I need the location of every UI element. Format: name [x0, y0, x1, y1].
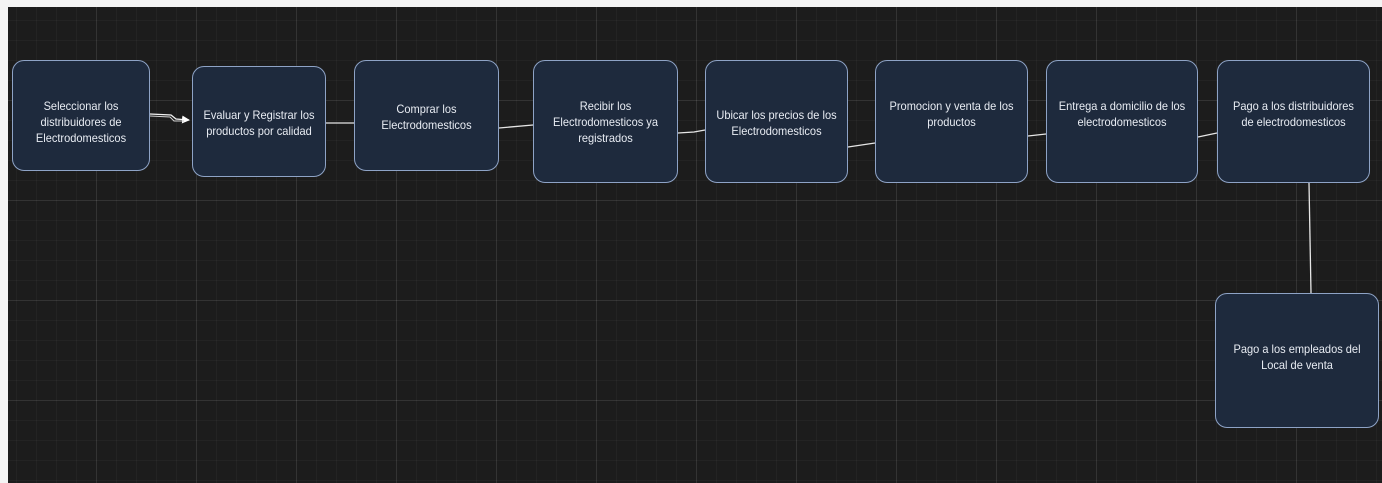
- node-promocion-venta[interactable]: Promocion y venta de los productos: [875, 60, 1028, 183]
- node-label: Promocion y venta de los productos: [889, 99, 1014, 129]
- node-pago-distribuidores[interactable]: Pago a los distribuidores de electrodome…: [1217, 60, 1370, 183]
- node-label: Recibir los Electrodomesticos ya registr…: [553, 99, 658, 145]
- diagram-canvas[interactable]: Seleccionar los distribuidores de Electr…: [8, 7, 1382, 483]
- node-label: Pago a los distribuidores de electrodome…: [1233, 99, 1354, 129]
- node-label: Pago a los empleados del Local de venta: [1233, 342, 1361, 372]
- edge-n8-n9[interactable]: [1308, 182, 1312, 294]
- node-label: Comprar los Electrodomesticos: [381, 102, 472, 132]
- node-label: Evaluar y Registrar los productos por ca…: [203, 108, 315, 138]
- edge-n6-n7[interactable]: [1027, 133, 1047, 137]
- edge-n7-n8[interactable]: [1197, 132, 1218, 138]
- node-label: Entrega a domicilio de los electrodomest…: [1058, 99, 1186, 129]
- node-evaluar-registrar[interactable]: Evaluar y Registrar los productos por ca…: [192, 66, 326, 177]
- edge-n1-n2[interactable]: [149, 113, 190, 124]
- node-label: Seleccionar los distribuidores de Electr…: [35, 99, 127, 145]
- edge-n4-n5[interactable]: [677, 129, 706, 134]
- edge-n1-n2-shadow: [149, 115, 184, 122]
- node-ubicar-precios[interactable]: Ubicar los precios de los Electrodomesti…: [705, 60, 848, 183]
- node-pago-empleados[interactable]: Pago a los empleados del Local de venta: [1215, 293, 1379, 428]
- node-recibir-electrodomesticos[interactable]: Recibir los Electrodomesticos ya registr…: [533, 60, 678, 183]
- node-label: Ubicar los precios de los Electrodomesti…: [716, 108, 837, 138]
- node-seleccionar-distribuidores[interactable]: Seleccionar los distribuidores de Electr…: [12, 60, 150, 171]
- edge-n5-n6[interactable]: [847, 142, 876, 148]
- node-comprar-electrodomesticos[interactable]: Comprar los Electrodomesticos: [354, 60, 499, 171]
- edge-n3-n4[interactable]: [498, 124, 534, 129]
- node-entrega-domicilio[interactable]: Entrega a domicilio de los electrodomest…: [1046, 60, 1198, 183]
